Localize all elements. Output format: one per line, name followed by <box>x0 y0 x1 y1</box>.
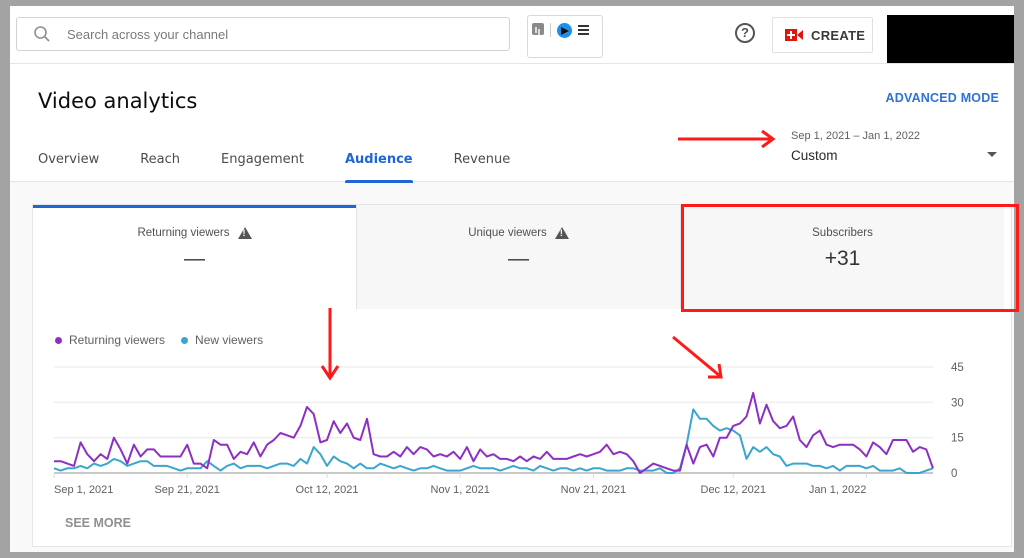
help-icon[interactable]: ? <box>735 23 755 43</box>
page-title: Video analytics <box>38 89 198 113</box>
legend-dot-new <box>181 336 189 344</box>
metric-label: Subscribers <box>812 227 873 239</box>
tab-audience[interactable]: Audience <box>344 152 413 183</box>
x-tick-label: Nov 21, 2021 <box>561 484 626 496</box>
metric-value: — <box>508 247 529 270</box>
x-tick-label: Nov 1, 2021 <box>431 484 490 496</box>
create-video-icon <box>785 29 803 41</box>
y-tick-label: 0 <box>951 468 957 480</box>
tab-overview[interactable]: Overview <box>38 152 99 182</box>
x-tick-label: Oct 12, 2021 <box>296 484 359 496</box>
x-tick-label: Sep 21, 2021 <box>154 484 219 496</box>
app-window: ? CREATE Video analytics ADVANCED MODE S… <box>10 6 1019 552</box>
see-more-button[interactable]: SEE MORE <box>65 516 131 530</box>
extension-play-icon[interactable] <box>557 23 572 38</box>
search-icon <box>17 25 67 43</box>
line-chart: 0 15 30 45 Sep 1, 2021 Sep 21, 2021 Oct 12, 20… <box>53 362 964 496</box>
metric-tabs: Returning viewers — Unique viewers — Sub… <box>33 204 1019 312</box>
chevron-down-icon[interactable] <box>987 152 997 157</box>
create-button[interactable]: CREATE <box>772 17 873 53</box>
y-tick-label: 45 <box>951 362 964 374</box>
search-input[interactable] <box>67 26 487 42</box>
legend-dot-returning <box>55 336 62 344</box>
metric-value: — <box>184 247 205 270</box>
metric-label: Unique viewers <box>468 227 547 239</box>
metric-returning-viewers[interactable]: Returning viewers — <box>33 205 356 309</box>
metric-subscribers[interactable]: Subscribers +31 <box>680 204 1019 312</box>
metric-unique-viewers[interactable]: Unique viewers — <box>356 205 680 309</box>
date-range-text[interactable]: Sep 1, 2021 – Jan 1, 2022 <box>791 130 920 142</box>
extension-toolbar <box>527 15 603 58</box>
top-bar: ? CREATE <box>10 6 1014 64</box>
extension-divider <box>550 23 551 37</box>
search-box[interactable] <box>16 17 510 51</box>
series-line-returning-viewers <box>54 391 934 474</box>
y-tick-label: 15 <box>951 433 964 445</box>
tab-revenue[interactable]: Revenue <box>454 152 511 182</box>
advanced-mode-link[interactable]: ADVANCED MODE <box>886 91 999 105</box>
analytics-tabs: Overview Reach Engagement Audience Reven… <box>38 152 551 183</box>
y-tick-label: 30 <box>951 397 964 409</box>
warning-icon[interactable] <box>237 227 252 239</box>
extension-menu-icon[interactable] <box>578 25 589 35</box>
date-preset-select[interactable]: Custom <box>791 148 838 163</box>
metric-value: +31 <box>824 247 861 270</box>
audience-card: Returning viewers — Unique viewers — Sub… <box>32 204 1019 547</box>
x-tick-label: Jan 1, 2022 <box>809 484 867 496</box>
extension-stats-icon[interactable] <box>532 23 544 35</box>
x-tick-label: Sep 1, 2021 <box>54 484 113 496</box>
create-button-label: CREATE <box>811 27 866 43</box>
metric-label: Returning viewers <box>137 227 230 239</box>
warning-icon[interactable] <box>554 227 569 239</box>
x-tick-label: Dec 12, 2021 <box>701 484 766 496</box>
tab-engagement[interactable]: Engagement <box>221 152 304 182</box>
redacted-account-area <box>887 15 1014 63</box>
page-header: Video analytics ADVANCED MODE Sep 1, 202… <box>10 64 1014 183</box>
tab-reach[interactable]: Reach <box>140 152 180 182</box>
